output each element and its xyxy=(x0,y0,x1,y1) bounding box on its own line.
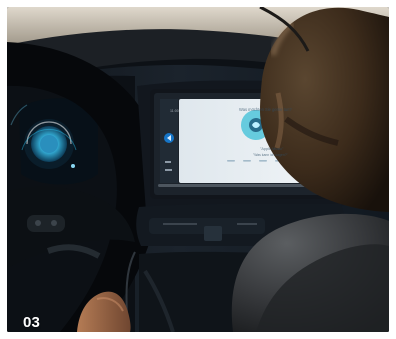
vehicle-interior-photo: 11:00 Was möchten Sie gerne tun? "Apple … xyxy=(7,7,389,332)
dashboard-illustration xyxy=(7,7,389,332)
image-number: 03 xyxy=(23,314,41,331)
